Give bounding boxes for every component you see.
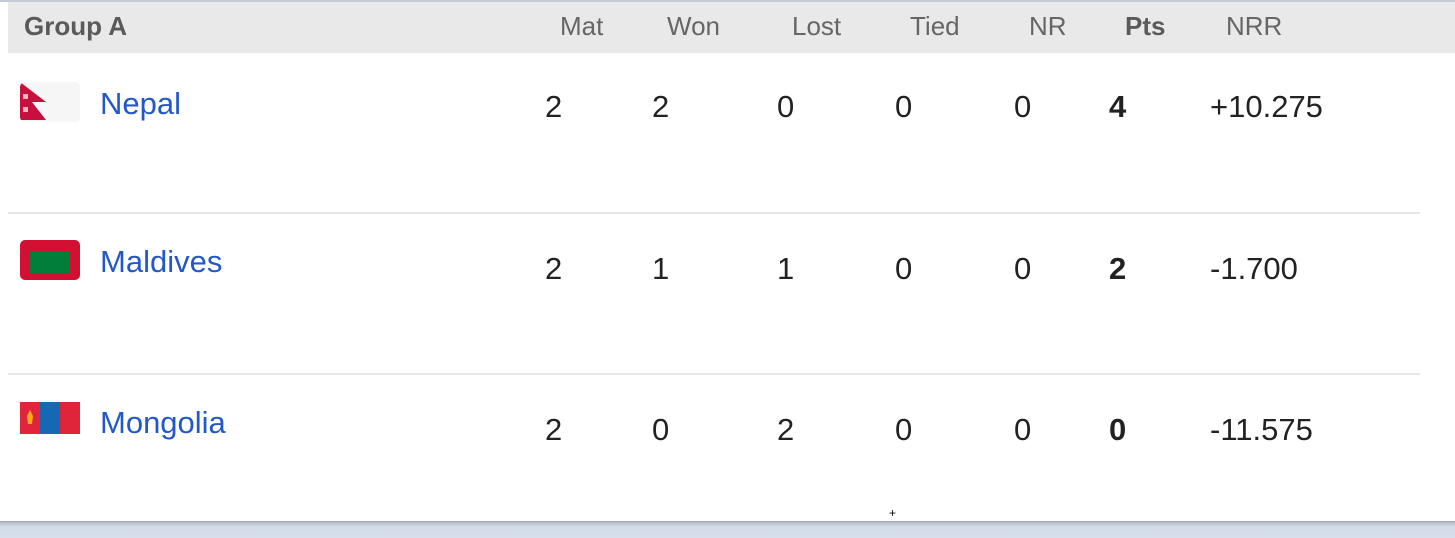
nepal-flag-icon — [20, 82, 80, 122]
col-header-pts: Pts — [1125, 11, 1166, 41]
mat-value: 2 — [545, 412, 563, 447]
col-header-nrr: NRR — [1226, 11, 1283, 41]
mat-value: 2 — [545, 89, 563, 124]
won-value: 2 — [652, 89, 670, 124]
table-row: Mongolia 2 0 2 0 0 0 -11.575 · — [8, 375, 1455, 536]
lost-value: 2 — [777, 412, 795, 447]
mouse-cursor-icon: + — [889, 506, 897, 520]
nr-value: 0 — [1014, 89, 1032, 124]
col-header-tied: Tied — [910, 11, 960, 41]
table-row: Nepal 2 2 0 0 0 4 +10.275 · — [8, 53, 1455, 214]
nrr-value: -11.575 — [1210, 412, 1313, 447]
nrr-value: -1.700 — [1210, 251, 1298, 286]
team-link-maldives[interactable]: Maldives — [100, 244, 222, 280]
col-header-mat: Mat — [560, 11, 604, 41]
group-title: Group A — [24, 11, 128, 41]
col-header-nr: NR — [1029, 11, 1067, 41]
nr-value: 0 — [1014, 412, 1032, 447]
col-header-lost: Lost — [792, 11, 842, 41]
points-table: Group A Mat Won Lost Tied NR Pts NRR Nep… — [8, 2, 1455, 536]
team-link-mongolia[interactable]: Mongolia — [100, 405, 226, 441]
pts-value: 4 — [1109, 89, 1127, 124]
col-header-won: Won — [667, 11, 720, 41]
won-value: 1 — [652, 251, 670, 286]
pts-value: 2 — [1109, 251, 1127, 286]
nrr-value: +10.275 — [1210, 89, 1323, 124]
tied-value: 0 — [895, 412, 913, 447]
lost-value: 1 — [777, 251, 795, 286]
table-row: Maldives 2 1 1 0 0 2 -1.700 · — [8, 214, 1455, 375]
maldives-flag-icon — [20, 240, 80, 280]
pts-value: 0 — [1109, 412, 1127, 447]
tied-value: 0 — [895, 251, 913, 286]
nr-value: 0 — [1014, 251, 1032, 286]
mat-value: 2 — [545, 251, 563, 286]
lost-value: 0 — [777, 89, 795, 124]
team-link-nepal[interactable]: Nepal — [100, 86, 181, 122]
window-bottom-bar — [0, 521, 1455, 538]
tied-value: 0 — [895, 89, 913, 124]
table-header: Group A Mat Won Lost Tied NR Pts NRR — [8, 2, 1455, 53]
won-value: 0 — [652, 412, 670, 447]
mongolia-flag-icon — [20, 402, 80, 434]
